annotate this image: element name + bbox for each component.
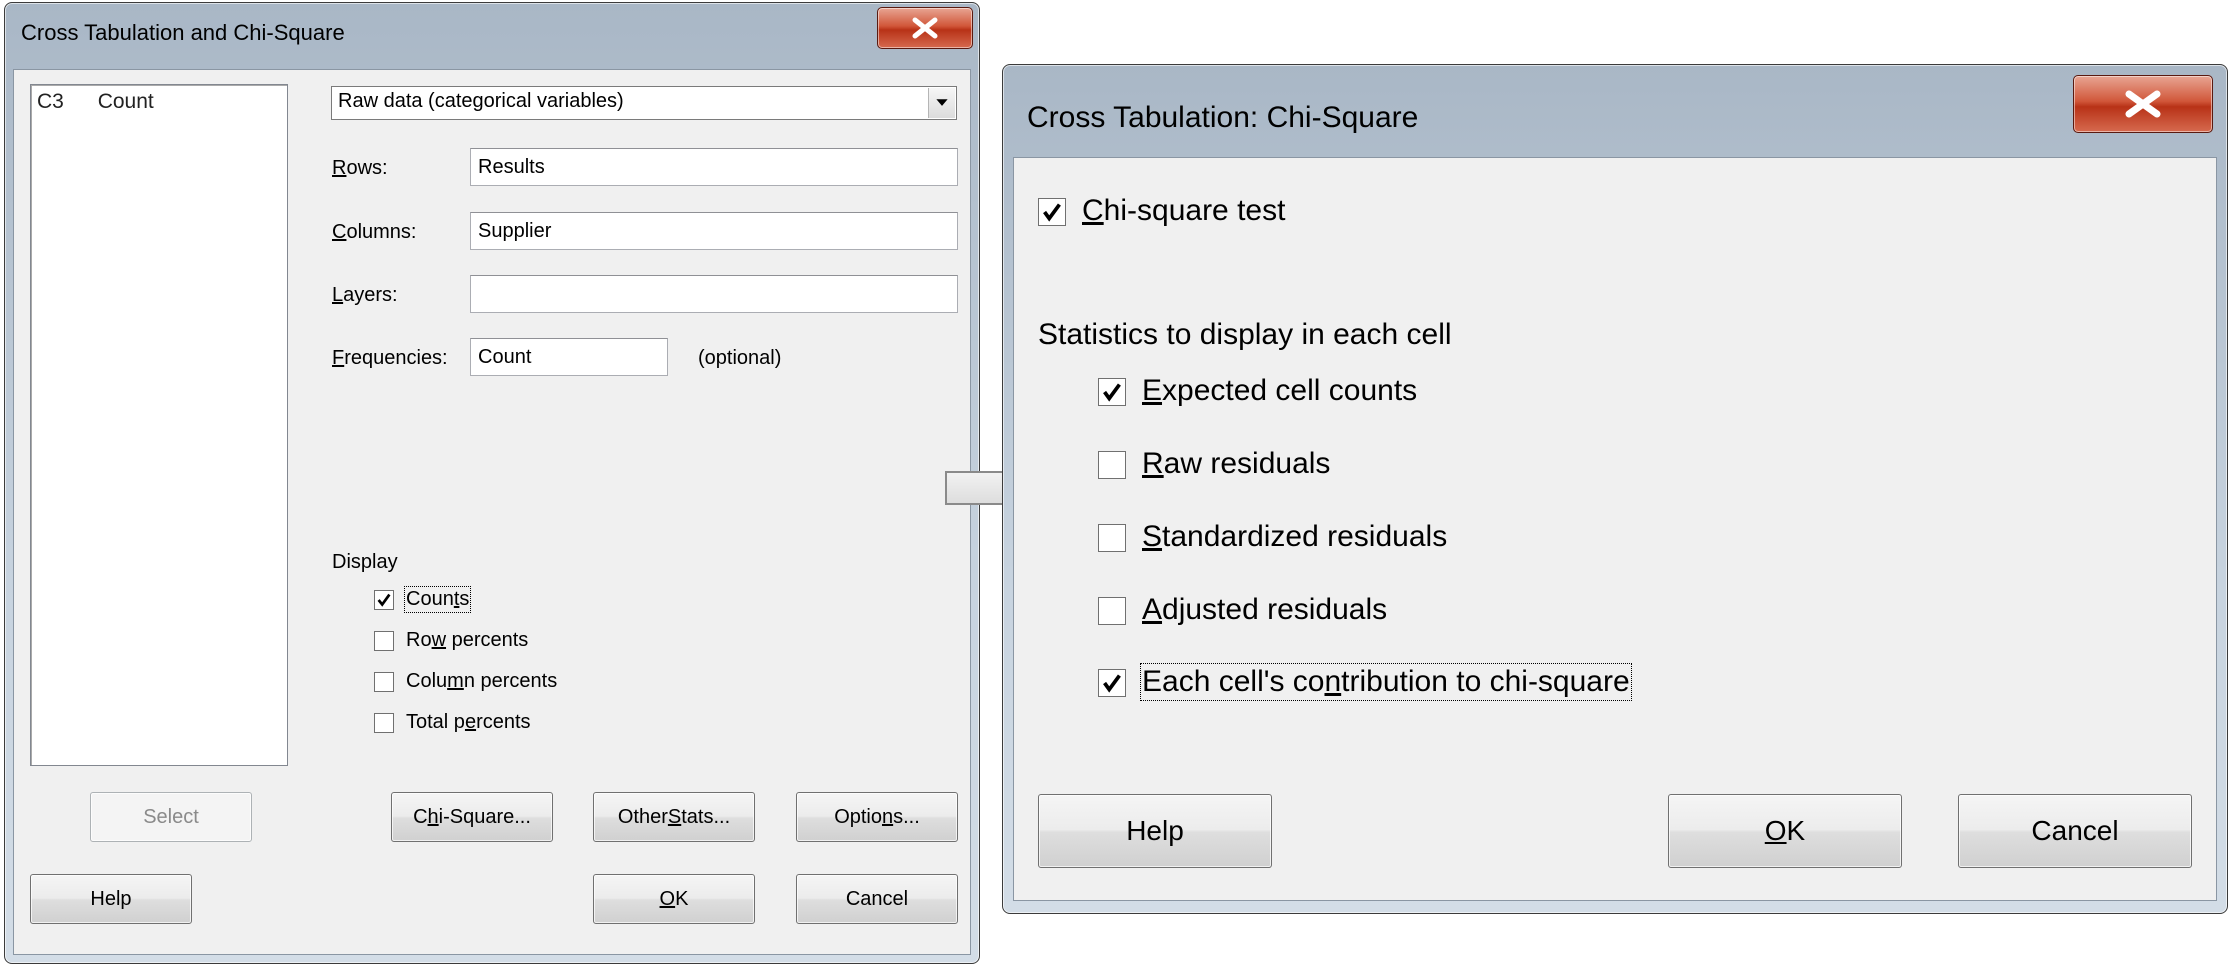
- variable-name: Count: [97, 90, 154, 113]
- rows-input[interactable]: Results: [470, 148, 958, 186]
- chevron-down-icon: [936, 99, 948, 106]
- checkmark-icon: [377, 593, 391, 607]
- chi-square-test-label[interactable]: Chi-square test: [1082, 194, 1285, 228]
- close-button[interactable]: [877, 7, 973, 49]
- columns-input[interactable]: Supplier: [470, 212, 958, 250]
- standardized-residuals-label[interactable]: Standardized residuals: [1142, 520, 1447, 554]
- adjusted-residuals-label[interactable]: Adjusted residuals: [1142, 593, 1387, 627]
- statistics-heading: Statistics to display in each cell: [1038, 318, 1452, 351]
- layers-input[interactable]: [470, 275, 958, 313]
- close-button[interactable]: [2073, 75, 2213, 133]
- frequencies-input[interactable]: Count: [470, 338, 668, 376]
- dialog-client-area: Chi-square test Statistics to display in…: [1013, 157, 2217, 901]
- adjusted-residuals-checkbox[interactable]: [1098, 597, 1126, 625]
- help-button[interactable]: Help: [1038, 794, 1272, 868]
- dialog-title: Cross Tabulation and Chi-Square: [21, 20, 345, 45]
- data-type-value: Raw data (categorical variables): [338, 90, 624, 112]
- close-x-icon: [912, 17, 938, 39]
- dialog-chi-square: Cross Tabulation: Chi-Square Chi-square …: [1002, 64, 2228, 914]
- column-percents-label[interactable]: Column percents: [406, 670, 557, 693]
- column-percents-checkbox[interactable]: [374, 672, 394, 692]
- display-heading: Display: [332, 551, 398, 573]
- variable-column: C3: [37, 90, 64, 113]
- dialog-title: Cross Tabulation: Chi-Square: [1027, 101, 1419, 134]
- select-button[interactable]: Select: [90, 792, 252, 842]
- options-button[interactable]: Optio n s...: [796, 792, 958, 842]
- rows-label: Rows:: [332, 157, 388, 179]
- checkmark-icon: [1043, 203, 1061, 222]
- total-percents-label[interactable]: Total percents: [406, 711, 531, 734]
- standardized-residuals-checkbox[interactable]: [1098, 524, 1126, 552]
- counts-checkbox[interactable]: [374, 590, 394, 610]
- raw-residuals-checkbox[interactable]: [1098, 451, 1126, 479]
- variables-list[interactable]: C3 Count: [30, 84, 288, 766]
- close-x-icon: [2125, 90, 2161, 118]
- layers-label: Layers:: [332, 284, 398, 306]
- list-item[interactable]: C3 Count: [37, 90, 154, 114]
- expected-cell-counts-checkbox[interactable]: [1098, 378, 1126, 406]
- raw-residuals-label[interactable]: Raw residuals: [1142, 447, 1330, 481]
- dropdown-button[interactable]: [928, 88, 955, 118]
- chi-square-button[interactable]: Ch i-Square...: [391, 792, 553, 842]
- frequencies-optional-note: (optional): [698, 347, 782, 369]
- checkmark-icon: [1103, 674, 1121, 693]
- checkmark-icon: [1103, 383, 1121, 402]
- frequencies-label: Frequencies:: [332, 347, 448, 369]
- chi-square-test-checkbox[interactable]: [1038, 198, 1066, 226]
- cell-contribution-checkbox[interactable]: [1098, 669, 1126, 697]
- row-percents-label[interactable]: Row percents: [406, 629, 528, 652]
- cancel-button[interactable]: Cancel: [796, 874, 958, 924]
- dialog-cross-tabulation: Cross Tabulation and Chi-Square C3 Count…: [4, 2, 980, 964]
- other-stats-button[interactable]: Other Stats...: [593, 792, 755, 842]
- cancel-button[interactable]: Cancel: [1958, 794, 2192, 868]
- ok-button[interactable]: OK: [1668, 794, 1902, 868]
- row-percents-checkbox[interactable]: [374, 631, 394, 651]
- dialog-client-area: C3 Count Raw data (categorical variables…: [13, 69, 971, 955]
- cell-contribution-label[interactable]: Each cell's contribution to chi-square: [1140, 663, 1632, 701]
- expected-cell-counts-label[interactable]: Expected cell counts: [1142, 374, 1417, 408]
- counts-label[interactable]: Counts: [403, 586, 472, 613]
- data-type-dropdown[interactable]: Raw data (categorical variables): [331, 86, 957, 120]
- ok-button[interactable]: OK: [593, 874, 755, 924]
- total-percents-checkbox[interactable]: [374, 713, 394, 733]
- columns-label: Columns:: [332, 221, 417, 243]
- help-button[interactable]: Help: [30, 874, 192, 924]
